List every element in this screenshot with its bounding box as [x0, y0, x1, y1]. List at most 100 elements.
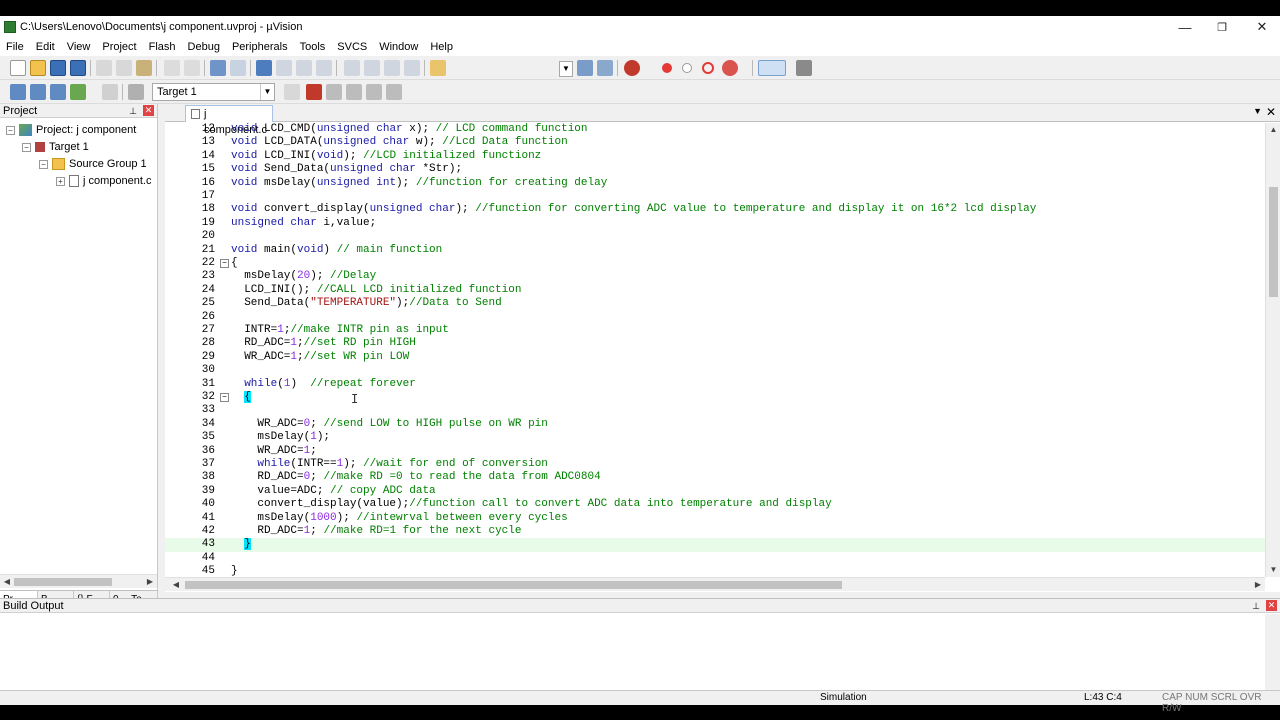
- code-line[interactable]: 42 RD_ADC=1; //make RD=1 for the next cy…: [165, 525, 1265, 538]
- code-line[interactable]: 31 while(1) //repeat forever: [165, 378, 1265, 391]
- code-line[interactable]: 24 LCD_INI(); //CALL LCD initialized fun…: [165, 284, 1265, 297]
- download-icon[interactable]: [128, 84, 144, 100]
- menu-flash[interactable]: Flash: [143, 41, 182, 53]
- find-in-files-icon[interactable]: [430, 60, 446, 76]
- close-icon[interactable]: ✕: [1266, 600, 1277, 611]
- breakpoint-disable-all-icon[interactable]: [702, 62, 714, 74]
- save-icon[interactable]: [50, 60, 66, 76]
- code-line[interactable]: 25 Send_Data("TEMPERATURE");//Data to Se…: [165, 297, 1265, 310]
- build-icon[interactable]: [30, 84, 46, 100]
- debug-session-icon[interactable]: [624, 60, 640, 76]
- pin-icon[interactable]: ⊥: [129, 104, 137, 118]
- scrollbar-thumb[interactable]: [1269, 187, 1278, 297]
- restore-button[interactable]: ❐: [1202, 16, 1242, 38]
- code-line[interactable]: 33: [165, 404, 1265, 417]
- cut-icon[interactable]: [96, 60, 112, 76]
- code-line[interactable]: 17: [165, 190, 1265, 203]
- menu-edit[interactable]: Edit: [30, 41, 61, 53]
- target-options-icon[interactable]: [284, 84, 300, 100]
- editor-vertical-scrollbar[interactable]: ▲ ▼: [1265, 123, 1280, 577]
- undo-icon[interactable]: [164, 60, 180, 76]
- unindent-icon[interactable]: [364, 60, 380, 76]
- tree-item-source-group[interactable]: − Source Group 1: [39, 156, 147, 172]
- window-layout-icon[interactable]: [758, 60, 786, 76]
- find-icon[interactable]: [577, 60, 593, 76]
- scrollbar-thumb[interactable]: [185, 581, 842, 589]
- code-line[interactable]: 27 INTR=1;//make INTR pin as input: [165, 324, 1265, 337]
- editor-horizontal-scrollbar[interactable]: ◀ ▶: [165, 577, 1265, 591]
- indent-icon[interactable]: [344, 60, 360, 76]
- translate-icon[interactable]: [10, 84, 26, 100]
- breakpoint-insert-icon[interactable]: [662, 63, 672, 73]
- close-icon[interactable]: ✕: [143, 105, 154, 116]
- fold-collapse-icon[interactable]: −: [220, 393, 229, 402]
- project-horizontal-scrollbar[interactable]: ◀ ▶: [0, 574, 157, 588]
- expand-icon[interactable]: +: [56, 176, 65, 186]
- breakpoint-disable-icon[interactable]: [682, 63, 692, 73]
- code-line[interactable]: 32− {: [165, 391, 1265, 404]
- code-line[interactable]: 15 void Send_Data(unsigned char *Str);: [165, 163, 1265, 176]
- manage-rte-icon[interactable]: [346, 84, 362, 100]
- menu-tools[interactable]: Tools: [294, 41, 332, 53]
- code-line[interactable]: 12 void LCD_CMD(unsigned char x); // LCD …: [165, 123, 1265, 136]
- tree-item-project[interactable]: − Project: j component: [6, 122, 136, 138]
- code-line[interactable]: 45}: [165, 565, 1265, 577]
- stop-build-icon[interactable]: [102, 84, 118, 100]
- new-file-icon[interactable]: [10, 60, 26, 76]
- batch-build-icon[interactable]: [70, 84, 86, 100]
- scroll-left-icon[interactable]: ◀: [0, 575, 14, 589]
- paste-icon[interactable]: [136, 60, 152, 76]
- menu-file[interactable]: File: [0, 41, 30, 53]
- code-line[interactable]: 28 RD_ADC=1;//set RD pin HIGH: [165, 337, 1265, 350]
- tab-j-component-c[interactable]: j component.c: [185, 105, 273, 136]
- close-window-button[interactable]: ✕: [1242, 16, 1280, 38]
- target-select[interactable]: Target 1 ▼: [152, 83, 275, 101]
- menu-debug[interactable]: Debug: [182, 41, 226, 53]
- scroll-up-icon[interactable]: ▲: [1266, 123, 1280, 137]
- menu-window[interactable]: Window: [373, 41, 424, 53]
- code-text-area[interactable]: 12 void LCD_CMD(unsigned char x); // LCD …: [165, 123, 1265, 577]
- code-line[interactable]: 13 void LCD_DATA(unsigned char w); //Lcd …: [165, 136, 1265, 149]
- code-line[interactable]: 44: [165, 552, 1265, 565]
- menu-view[interactable]: View: [61, 41, 97, 53]
- bookmark-prev-icon[interactable]: [276, 60, 292, 76]
- menu-help[interactable]: Help: [424, 41, 459, 53]
- scroll-down-icon[interactable]: ▼: [1266, 563, 1280, 577]
- code-line[interactable]: 43 }: [165, 538, 1265, 552]
- code-line[interactable]: 14 void LCD_INI(void); //LCD initialized …: [165, 150, 1265, 163]
- code-line[interactable]: 19 unsigned char i,value;: [165, 217, 1265, 230]
- code-line[interactable]: 29 WR_ADC=1;//set WR pin LOW: [165, 351, 1265, 364]
- find-combo-arrow[interactable]: ▼: [559, 61, 573, 77]
- breakpoint-kill-all-icon[interactable]: [722, 60, 738, 76]
- scroll-right-icon[interactable]: ▶: [1251, 578, 1265, 592]
- code-line[interactable]: 23 msDelay(20); //Delay: [165, 270, 1265, 283]
- code-line[interactable]: 18 void convert_display(unsigned char); /…: [165, 203, 1265, 216]
- incremental-find-icon[interactable]: [597, 60, 613, 76]
- code-line[interactable]: 36 WR_ADC=1;: [165, 445, 1265, 458]
- bookmark-next-icon[interactable]: [296, 60, 312, 76]
- scrollbar-thumb[interactable]: [14, 578, 112, 586]
- fold-collapse-icon[interactable]: −: [220, 259, 229, 268]
- menu-project[interactable]: Project: [96, 41, 142, 53]
- pin-icon[interactable]: ⊥: [1252, 599, 1260, 613]
- minimize-button[interactable]: —: [1165, 16, 1205, 38]
- tree-item-target[interactable]: − Target 1: [22, 139, 89, 155]
- build-output-scrollbar[interactable]: [1265, 614, 1280, 691]
- open-folder-icon[interactable]: [30, 60, 46, 76]
- code-line[interactable]: 20: [165, 230, 1265, 243]
- scroll-right-icon[interactable]: ▶: [143, 575, 157, 589]
- scroll-left-icon[interactable]: ◀: [169, 578, 183, 592]
- redo-icon[interactable]: [184, 60, 200, 76]
- save-all-icon[interactable]: [70, 60, 86, 76]
- select-device-icon[interactable]: [326, 84, 342, 100]
- collapse-icon[interactable]: −: [22, 142, 31, 152]
- menu-svcs[interactable]: SVCS: [331, 41, 373, 53]
- bookmark-toggle-icon[interactable]: [256, 60, 272, 76]
- tree-item-source-file[interactable]: + j component.c: [56, 173, 151, 189]
- chevron-down-icon[interactable]: ▼: [1253, 106, 1262, 116]
- collapse-icon[interactable]: −: [6, 125, 15, 135]
- pack-installer-icon[interactable]: [366, 84, 382, 100]
- code-line[interactable]: 35 msDelay(1);: [165, 431, 1265, 444]
- code-line[interactable]: 41 msDelay(1000); //intewrval between ev…: [165, 512, 1265, 525]
- code-line[interactable]: 22−{: [165, 257, 1265, 270]
